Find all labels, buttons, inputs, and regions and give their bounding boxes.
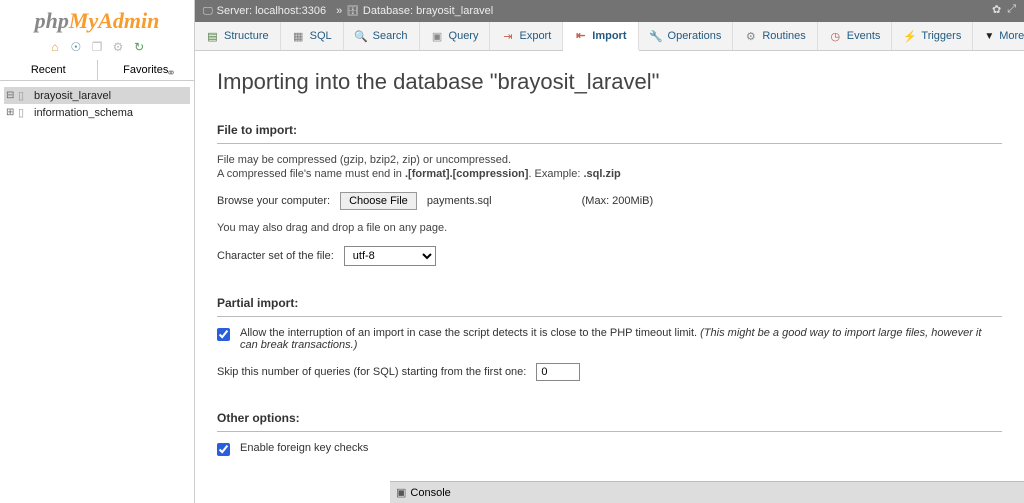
allow-interrupt-label: Allow the interruption of an import in c… (240, 327, 1002, 351)
file-hint1: File may be compressed (gzip, bzip2, zip… (217, 154, 1002, 166)
tab-sql[interactable]: ▦SQL (281, 22, 344, 50)
skip-label: Skip this number of queries (for SQL) st… (217, 366, 526, 378)
tree-label: brayosit_laravel (32, 90, 111, 102)
db-icon: ▯ (18, 106, 32, 119)
breadcrumb: 🖵 Server: localhost:3306 » 🗄 Database: b… (195, 0, 1024, 22)
sidebar-tab-favorites[interactable]: Favorites (98, 60, 195, 80)
export-icon: ⇥ (501, 30, 514, 43)
operations-icon: 🔧 (650, 30, 663, 43)
tab-routines[interactable]: ⚙Routines (733, 22, 817, 50)
query-icon: ▣ (431, 30, 444, 43)
tab-import[interactable]: ⇤Import (563, 22, 638, 51)
gear-icon[interactable]: ✿ (992, 3, 1001, 16)
database-icon: 🗄 (346, 6, 359, 17)
tab-search[interactable]: 🔍Search (344, 22, 420, 50)
tab-more[interactable]: ▼More (973, 22, 1024, 50)
sidebar-toolbar: ⌂ ☉ ❐ ⚙ ↻ (0, 38, 194, 60)
events-icon: ◷ (829, 30, 842, 43)
browse-label: Browse your computer: (217, 195, 330, 207)
tree-label: information_schema (32, 107, 133, 119)
db-tree: ⊟ ▯ brayosit_laravel ⊞ ▯ information_sch… (0, 81, 194, 127)
charset-select[interactable]: utf-8 (344, 246, 436, 266)
choose-file-button[interactable]: Choose File (340, 192, 417, 210)
tab-structure[interactable]: ▤Structure (195, 22, 281, 50)
caret-down-icon: ▼ (984, 31, 994, 42)
console-expand-icon[interactable]: ▣ (396, 486, 406, 499)
charset-label: Character set of the file: (217, 250, 334, 262)
sql-icon: ▦ (292, 30, 305, 43)
skip-input[interactable] (536, 363, 580, 381)
db-icon: ▯ (18, 89, 32, 102)
tab-operations[interactable]: 🔧Operations (639, 22, 734, 50)
phpmyadmin-logo[interactable]: phpMyAdmin (0, 0, 194, 38)
drag-hint: You may also drag and drop a file on any… (217, 222, 1002, 234)
tree-item-infoschema[interactable]: ⊞ ▯ information_schema (4, 104, 190, 121)
partial-heading: Partial import: (217, 290, 1002, 317)
file-heading: File to import: (217, 117, 1002, 144)
tree-collapse-icon[interactable]: ⊟ (6, 90, 18, 101)
tab-export[interactable]: ⇥Export (490, 22, 563, 50)
fk-label: Enable foreign key checks (240, 442, 368, 454)
max-size: (Max: 200MiB) (582, 195, 654, 207)
other-heading: Other options: (217, 405, 1002, 432)
triggers-icon: ⚡ (903, 30, 916, 43)
tree-expand-icon[interactable]: ⊞ (6, 107, 18, 118)
bc-server[interactable]: Server: localhost:3306 (217, 5, 326, 17)
tab-triggers[interactable]: ⚡Triggers (892, 22, 973, 50)
allow-interrupt-checkbox[interactable] (217, 328, 230, 341)
page-title: Importing into the database "brayosit_la… (217, 69, 1002, 95)
fk-checkbox[interactable] (217, 443, 230, 456)
search-icon: 🔍 (355, 30, 368, 43)
sidebar-tab-recent[interactable]: Recent (0, 60, 98, 80)
logout-icon[interactable]: ☉ (69, 40, 83, 54)
server-icon: 🖵 (203, 6, 213, 17)
console-bar[interactable]: ▣ Console (390, 481, 1024, 503)
routines-icon: ⚙ (744, 30, 757, 43)
console-label: Console (410, 487, 450, 499)
docs-icon[interactable]: ❐ (90, 40, 104, 54)
tab-query[interactable]: ▣Query (420, 22, 491, 50)
home-icon[interactable]: ⌂ (48, 40, 62, 54)
tree-item-brayosit[interactable]: ⊟ ▯ brayosit_laravel (4, 87, 190, 104)
structure-icon: ▤ (206, 30, 219, 43)
import-icon: ⇤ (574, 29, 587, 42)
collapse-icon[interactable]: ⤢ (1007, 3, 1016, 16)
tab-events[interactable]: ◷Events (818, 22, 893, 50)
main-tabs: ▤Structure ▦SQL 🔍Search ▣Query ⇥Export ⇤… (195, 22, 1024, 51)
settings-icon[interactable]: ⚙ (111, 40, 125, 54)
reload-icon[interactable]: ↻ (132, 40, 146, 54)
link-icon[interactable]: ⚭ (166, 66, 176, 80)
chosen-file-name: payments.sql (427, 195, 492, 207)
file-hint2: A compressed file's name must end in .[f… (217, 168, 1002, 180)
bc-database[interactable]: Database: brayosit_laravel (363, 5, 493, 17)
